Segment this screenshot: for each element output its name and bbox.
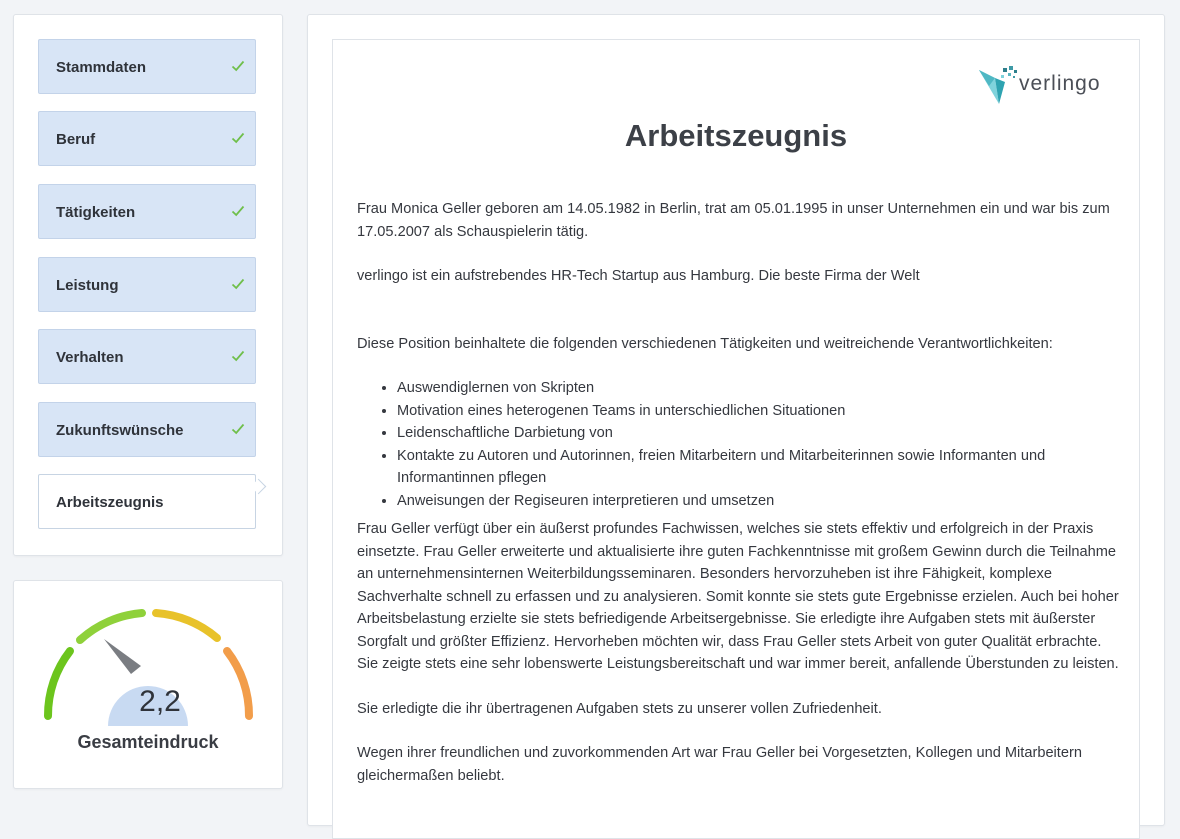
step-label: Leistung — [56, 277, 119, 294]
performance-paragraph: Frau Geller verfügt über ein äußerst pro… — [357, 521, 1119, 672]
step-arbeitszeugnis[interactable]: Arbeitszeugnis — [38, 474, 267, 529]
satisfaction-paragraph: Sie erledigte die ihr übertragenen Aufga… — [357, 700, 882, 717]
logo-text: verlingo — [1019, 72, 1101, 95]
step-leistung[interactable]: Leistung — [38, 257, 256, 312]
step-label: Stammdaten — [56, 59, 147, 76]
document-title: Arbeitszeugnis — [624, 118, 848, 153]
step-label: Arbeitszeugnis — [56, 494, 164, 511]
gauge-panel: 2,2 Gesamteindruck — [13, 580, 283, 789]
step-beruf[interactable]: Beruf — [38, 111, 256, 166]
step-stammdaten[interactable]: Stammdaten — [38, 39, 256, 94]
active-step-pointer — [250, 478, 267, 495]
step-label: Zukunftswünsche — [56, 422, 184, 439]
gauge-segment-green — [43, 647, 74, 720]
gauge-value: 2,2 — [139, 685, 181, 718]
company-paragraph: verlingo ist ein aufstrebendes HR-Tech S… — [357, 268, 920, 284]
duty-item: Anweisungen der Regiseuren interpretiere… — [397, 490, 1121, 513]
step-zukunftswuensche[interactable]: Zukunftswünsche — [38, 402, 256, 457]
gauge-segment-orange — [223, 647, 254, 720]
check-icon — [231, 205, 245, 217]
gauge-segment-lightgreen — [76, 609, 146, 644]
logo-icon — [979, 66, 1017, 104]
main-panel: verlingo Arbeitszeugnis Frau Monica Gell… — [307, 14, 1165, 839]
duty-item: Leidenschaftliche Darbietung von — [397, 422, 1121, 445]
duty-item: Kontakte zu Autoren und Autorinnen, frei… — [397, 445, 1121, 490]
check-icon — [231, 278, 245, 290]
step-label: Tätigkeiten — [56, 204, 136, 221]
check-icon — [231, 423, 245, 435]
check-icon — [231, 60, 245, 72]
behavior-paragraph: Wegen ihrer freundlichen und zuvorkommen… — [357, 745, 1082, 784]
duty-item: Auswendiglernen von Skripten — [397, 377, 1121, 400]
steps-panel: Stammdaten Beruf Tätigkeiten Leistung Ve… — [13, 14, 283, 556]
duties-intro: Diese Position beinhaltete die folgenden… — [357, 335, 1053, 352]
step-taetigkeiten[interactable]: Tätigkeiten — [38, 184, 256, 239]
step-label: Beruf — [56, 131, 96, 148]
duty-item: Motivation eines heterogenen Teams in un… — [397, 400, 1121, 423]
step-label: Verhalten — [56, 349, 124, 366]
gauge-needle — [104, 639, 141, 674]
check-icon — [231, 350, 245, 362]
gauge-caption: Gesamteindruck — [77, 732, 219, 752]
check-icon — [231, 132, 245, 144]
document-preview: verlingo Arbeitszeugnis Frau Monica Gell… — [332, 39, 1140, 839]
verlingo-logo: verlingo — [977, 64, 1117, 106]
duties-list: Auswendiglernen von Skripten Motivation … — [357, 377, 1121, 512]
gauge-segment-yellow — [152, 609, 221, 642]
document-body: Frau Monica Geller geboren am 14.05.1982… — [357, 198, 1121, 787]
intro-paragraph: Frau Monica Geller geboren am 14.05.1982… — [357, 201, 1110, 240]
step-verhalten[interactable]: Verhalten — [38, 329, 256, 384]
